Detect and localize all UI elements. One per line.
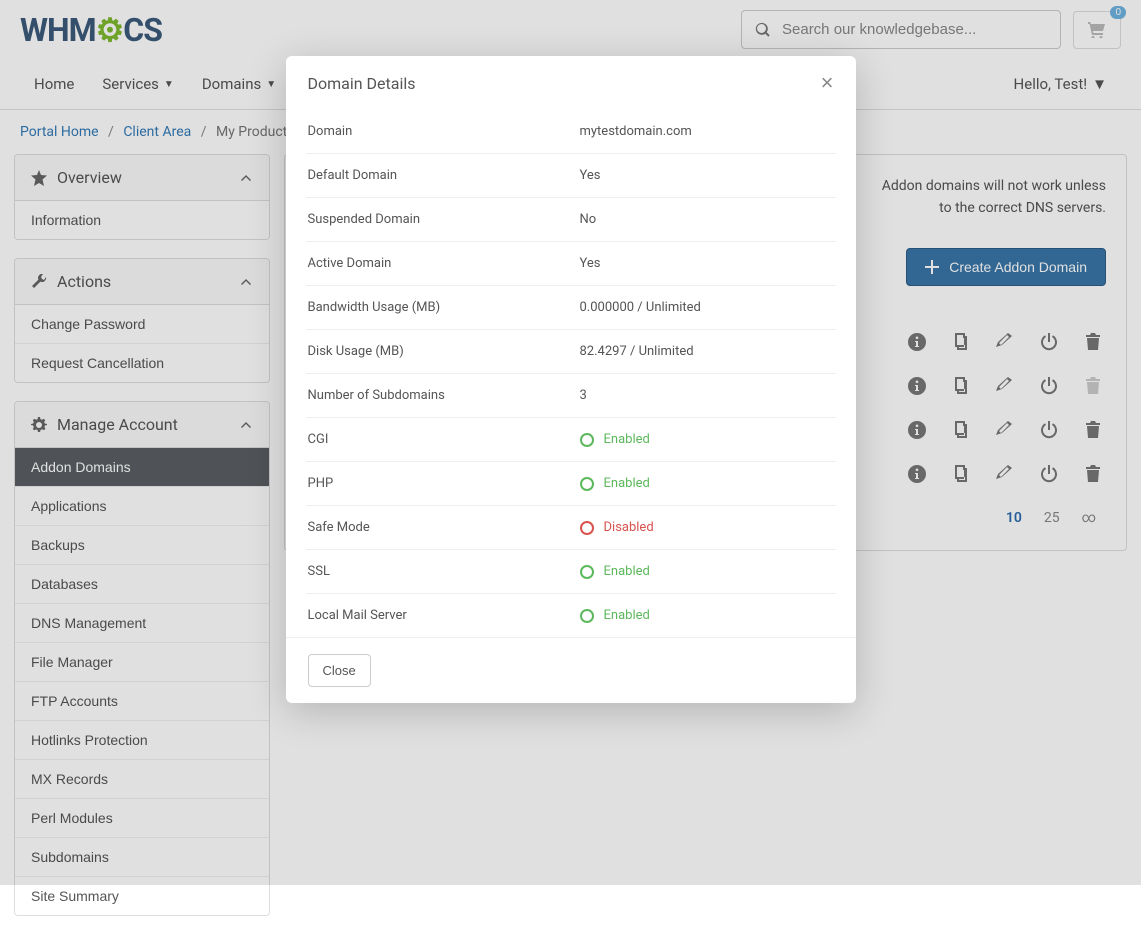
- modal-footer: Close: [286, 637, 856, 703]
- status-enabled: Enabled: [580, 564, 650, 579]
- status-enabled: Enabled: [580, 432, 650, 447]
- detail-row: Bandwidth Usage (MB)0.000000 / Unlimited: [306, 286, 836, 330]
- detail-value: Yes: [580, 168, 601, 183]
- detail-label: Default Domain: [308, 168, 580, 183]
- detail-row: SSL Enabled: [306, 550, 836, 594]
- modal-body: Domainmytestdomain.comDefault DomainYesS…: [286, 110, 856, 637]
- detail-value: 0.000000 / Unlimited: [580, 300, 701, 315]
- detail-row: Default DomainYes: [306, 154, 836, 198]
- detail-label: Local Mail Server: [308, 608, 580, 623]
- domain-details-modal: Domain Details × Domainmytestdomain.comD…: [286, 56, 856, 703]
- modal-close-button[interactable]: ×: [821, 72, 834, 94]
- detail-label: SSL: [308, 564, 580, 579]
- detail-row: Local Mail Server Enabled: [306, 594, 836, 637]
- status-icon: [580, 565, 594, 579]
- detail-value: Yes: [580, 256, 601, 271]
- status-enabled: Enabled: [580, 608, 650, 623]
- detail-value: mytestdomain.com: [580, 124, 692, 139]
- status-text: Enabled: [604, 608, 650, 623]
- status-text: Enabled: [604, 476, 650, 491]
- detail-label: PHP: [308, 476, 580, 491]
- status-icon: [580, 477, 594, 491]
- detail-row: Number of Subdomains3: [306, 374, 836, 418]
- detail-row: CGI Enabled: [306, 418, 836, 462]
- modal-header: Domain Details ×: [286, 56, 856, 110]
- detail-row: Safe Mode Disabled: [306, 506, 836, 550]
- close-button[interactable]: Close: [308, 654, 371, 687]
- detail-row: Disk Usage (MB)82.4297 / Unlimited: [306, 330, 836, 374]
- status-icon: [580, 521, 594, 535]
- detail-label: Safe Mode: [308, 520, 580, 535]
- status-icon: [580, 609, 594, 623]
- detail-label: Disk Usage (MB): [308, 344, 580, 359]
- detail-label: Number of Subdomains: [308, 388, 580, 403]
- status-text: Enabled: [604, 432, 650, 447]
- detail-label: Active Domain: [308, 256, 580, 271]
- detail-value: 82.4297 / Unlimited: [580, 344, 694, 359]
- detail-label: Domain: [308, 124, 580, 139]
- status-text: Disabled: [604, 520, 654, 535]
- detail-value: No: [580, 212, 597, 227]
- detail-row: Domainmytestdomain.com: [306, 110, 836, 154]
- status-disabled: Disabled: [580, 520, 654, 535]
- detail-row: Suspended DomainNo: [306, 198, 836, 242]
- status-icon: [580, 433, 594, 447]
- status-enabled: Enabled: [580, 476, 650, 491]
- modal-title: Domain Details: [308, 74, 416, 93]
- detail-label: Suspended Domain: [308, 212, 580, 227]
- detail-label: CGI: [308, 432, 580, 447]
- detail-value: 3: [580, 388, 587, 403]
- detail-label: Bandwidth Usage (MB): [308, 300, 580, 315]
- detail-row: PHP Enabled: [306, 462, 836, 506]
- detail-row: Active DomainYes: [306, 242, 836, 286]
- status-text: Enabled: [604, 564, 650, 579]
